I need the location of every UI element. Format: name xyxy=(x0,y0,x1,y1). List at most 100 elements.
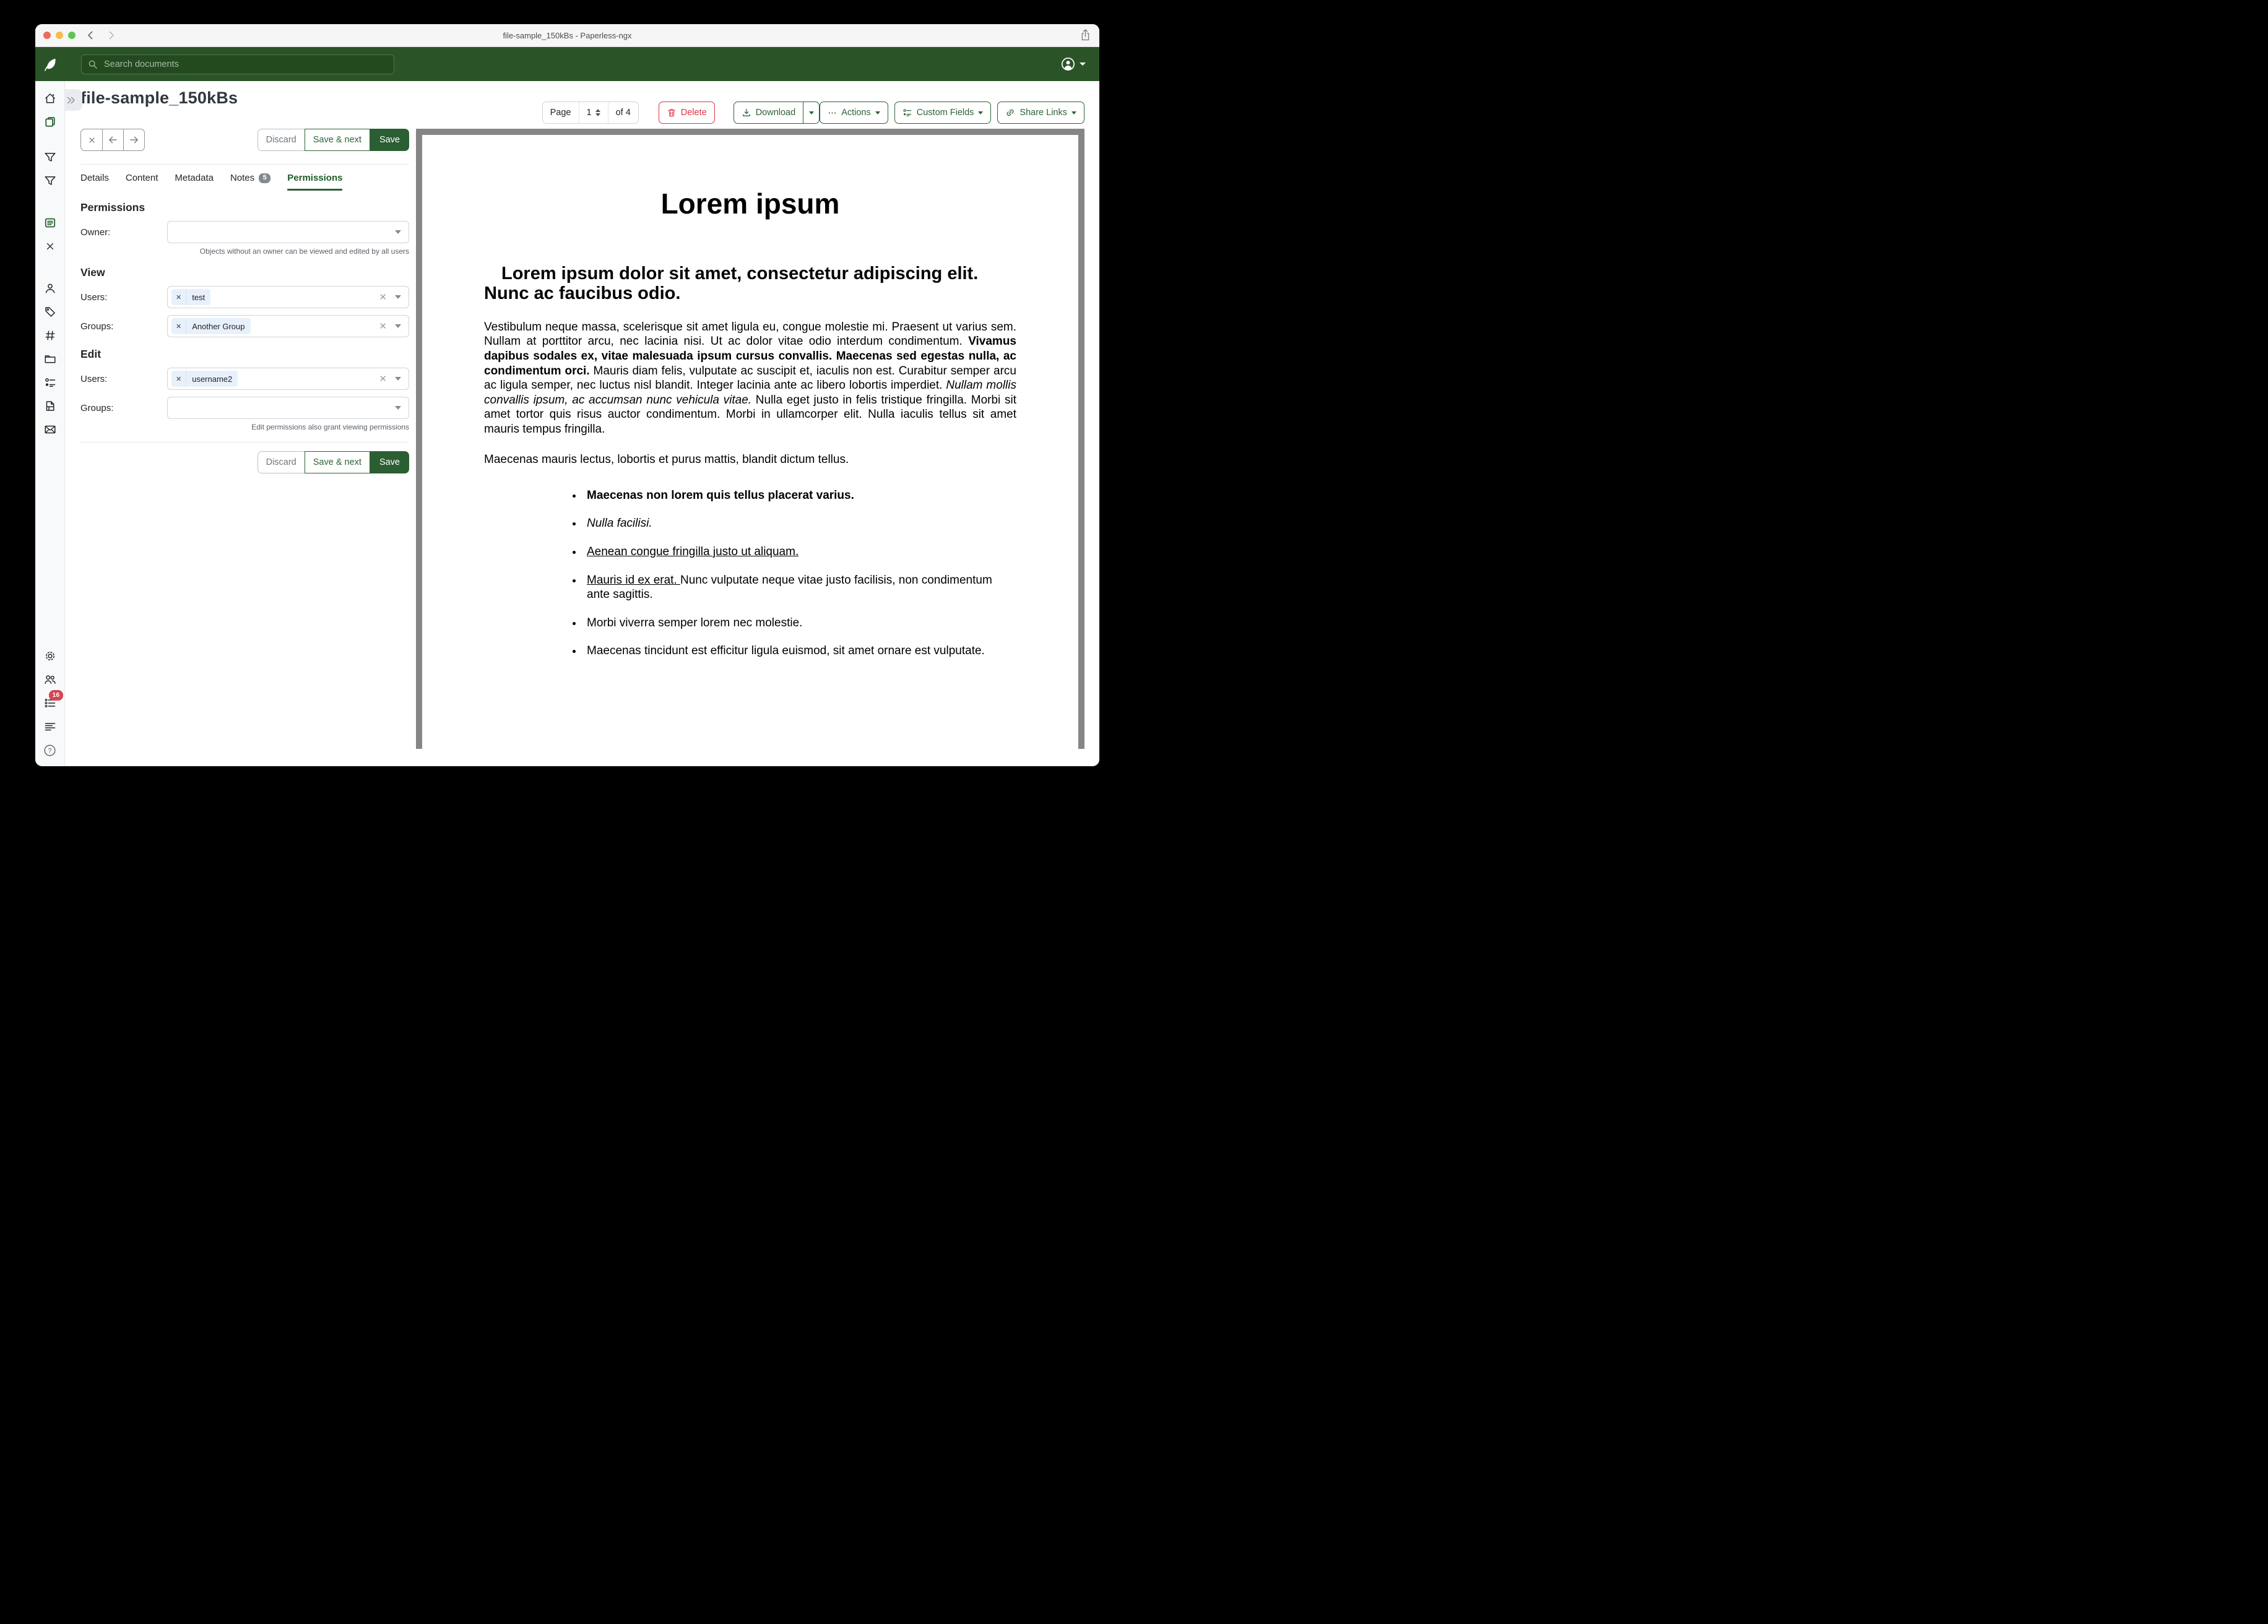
pdf-viewer[interactable]: Lorem ipsum Lorem ipsum dolor sit amet, … xyxy=(416,129,1084,749)
tab-content[interactable]: Content xyxy=(126,173,158,191)
sidebar-expand-button[interactable] xyxy=(65,89,82,111)
window-title: file-sample_150kBs - Paperless-ngx xyxy=(503,31,631,40)
tab-permissions[interactable]: Permissions xyxy=(287,173,342,191)
view-users-label: Users: xyxy=(80,292,167,303)
detail-tabs: Details Content Metadata Notes 5 Permiss… xyxy=(80,173,409,191)
save-button[interactable]: Save xyxy=(370,129,409,151)
tab-metadata[interactable]: Metadata xyxy=(175,173,214,191)
view-groups-select[interactable]: ✕ Another Group ✕ xyxy=(167,315,409,337)
sidebar-item-documents[interactable] xyxy=(43,114,58,129)
clear-select-icon[interactable]: ✕ xyxy=(379,374,387,384)
tasks-count-badge: 16 xyxy=(49,690,64,701)
chevron-down-icon xyxy=(395,406,401,410)
chevron-down-icon xyxy=(395,295,401,299)
history-back-icon[interactable] xyxy=(86,30,95,40)
chevron-down-icon xyxy=(395,377,401,381)
next-document-button[interactable] xyxy=(123,129,144,150)
screenshot-stage: file-sample_150kBs - Paperless-ngx xyxy=(0,0,1134,812)
sidebar-item-settings[interactable] xyxy=(43,649,58,663)
page-stepper[interactable] xyxy=(595,109,600,116)
sidebar-item-saved-view-1[interactable] xyxy=(43,150,58,165)
zoom-window-button[interactable] xyxy=(68,32,76,39)
search-bar[interactable] xyxy=(81,54,394,74)
sidebar-item-file[interactable] xyxy=(43,399,58,413)
sidebar-item-logs[interactable] xyxy=(43,719,58,734)
pdf-page: Lorem ipsum Lorem ipsum dolor sit amet, … xyxy=(422,135,1078,749)
close-document-button[interactable] xyxy=(81,129,102,150)
save-and-next-button[interactable]: Save & next xyxy=(305,451,370,473)
page-count: of 4 xyxy=(608,102,638,123)
view-groups-label: Groups: xyxy=(80,321,167,332)
sidebar-item-mail[interactable] xyxy=(43,422,58,437)
sidebar-item-help[interactable]: ? xyxy=(43,743,58,758)
chevron-down-icon xyxy=(978,111,983,114)
discard-button[interactable]: Discard xyxy=(258,451,305,473)
save-button[interactable]: Save xyxy=(370,451,409,473)
sidebar: 16 ? xyxy=(35,81,65,766)
page-number-input[interactable]: 1 xyxy=(579,102,608,123)
page-navigator: Page 1 of 4 xyxy=(542,102,639,124)
clear-select-icon[interactable]: ✕ xyxy=(379,293,387,302)
previous-document-button[interactable] xyxy=(102,129,123,150)
sidebar-item-correspondents[interactable] xyxy=(43,281,58,296)
sidebar-item-document-types[interactable] xyxy=(43,328,58,343)
link-icon xyxy=(1005,108,1015,118)
edit-section-heading: Edit xyxy=(80,348,409,361)
remove-chip-icon[interactable]: ✕ xyxy=(171,371,186,387)
sidebar-item-saved-view-2[interactable] xyxy=(43,173,58,188)
chevron-down-icon xyxy=(1071,111,1076,114)
tab-notes[interactable]: Notes 5 xyxy=(230,173,271,191)
document-detail-pane: file-sample_150kBs xyxy=(80,81,409,473)
history-forward-icon[interactable] xyxy=(107,30,116,40)
sidebar-item-tasks[interactable]: 16 xyxy=(43,696,58,710)
search-icon xyxy=(88,59,98,69)
view-users-select[interactable]: ✕ test ✕ xyxy=(167,286,409,308)
chevron-down-icon xyxy=(875,111,880,114)
edit-users-select[interactable]: ✕ username2 ✕ xyxy=(167,368,409,390)
paperless-leaf-logo-icon[interactable] xyxy=(35,57,65,72)
macos-titlebar: file-sample_150kBs - Paperless-ngx xyxy=(35,24,1099,47)
document-title: file-sample_150kBs xyxy=(80,89,409,108)
sidebar-item-tags[interactable] xyxy=(43,304,58,319)
delete-button[interactable]: Delete xyxy=(659,102,715,124)
share-links-button[interactable]: Share Links xyxy=(997,102,1084,124)
owner-select[interactable] xyxy=(167,221,409,243)
document-toolbar: Page 1 of 4 Delete xyxy=(542,102,1084,124)
download-options-button[interactable] xyxy=(803,102,820,124)
share-icon[interactable] xyxy=(1080,28,1091,42)
sidebar-close-all-icon[interactable] xyxy=(43,239,58,254)
discard-button[interactable]: Discard xyxy=(258,129,305,151)
chevron-down-icon xyxy=(1080,63,1086,66)
download-button[interactable]: Download xyxy=(734,102,804,124)
actions-button[interactable]: Actions xyxy=(820,102,888,124)
tab-details[interactable]: Details xyxy=(80,173,109,191)
trash-icon xyxy=(667,108,677,118)
edit-groups-select[interactable] xyxy=(167,397,409,419)
close-window-button[interactable] xyxy=(43,32,51,39)
view-section-heading: View xyxy=(80,266,409,279)
owner-hint: Objects without an owner can be viewed a… xyxy=(80,247,409,256)
sidebar-item-users-groups[interactable] xyxy=(43,672,58,687)
sidebar-item-open-document[interactable] xyxy=(43,215,58,230)
minimize-window-button[interactable] xyxy=(56,32,63,39)
owner-label: Owner: xyxy=(80,227,167,238)
divider xyxy=(80,164,409,165)
doc-paragraph: Vestibulum neque massa, scelerisque sit … xyxy=(484,320,1016,436)
remove-chip-icon[interactable]: ✕ xyxy=(171,318,186,334)
sidebar-item-storage-paths[interactable] xyxy=(43,352,58,366)
doc-heading: Lorem ipsum xyxy=(484,187,1016,220)
sidebar-item-custom-fields[interactable] xyxy=(43,375,58,390)
custom-fields-icon xyxy=(902,108,912,118)
doc-subheading: Lorem ipsum dolor sit amet, consectetur … xyxy=(484,264,1016,304)
custom-fields-button[interactable]: Custom Fields xyxy=(894,102,992,124)
notes-count-badge: 5 xyxy=(259,173,271,183)
doc-bullet: Morbi viverra semper lorem nec molestie. xyxy=(583,616,1016,631)
user-menu[interactable] xyxy=(1061,57,1086,71)
clear-select-icon[interactable]: ✕ xyxy=(379,322,387,331)
remove-chip-icon[interactable]: ✕ xyxy=(171,289,186,305)
doc-bullet: Aenean congue fringilla justo ut aliquam… xyxy=(583,545,1016,559)
permissions-section-heading: Permissions xyxy=(80,201,409,214)
search-input[interactable] xyxy=(103,59,387,70)
save-and-next-button[interactable]: Save & next xyxy=(305,129,370,151)
sidebar-item-dashboard[interactable] xyxy=(43,91,58,106)
